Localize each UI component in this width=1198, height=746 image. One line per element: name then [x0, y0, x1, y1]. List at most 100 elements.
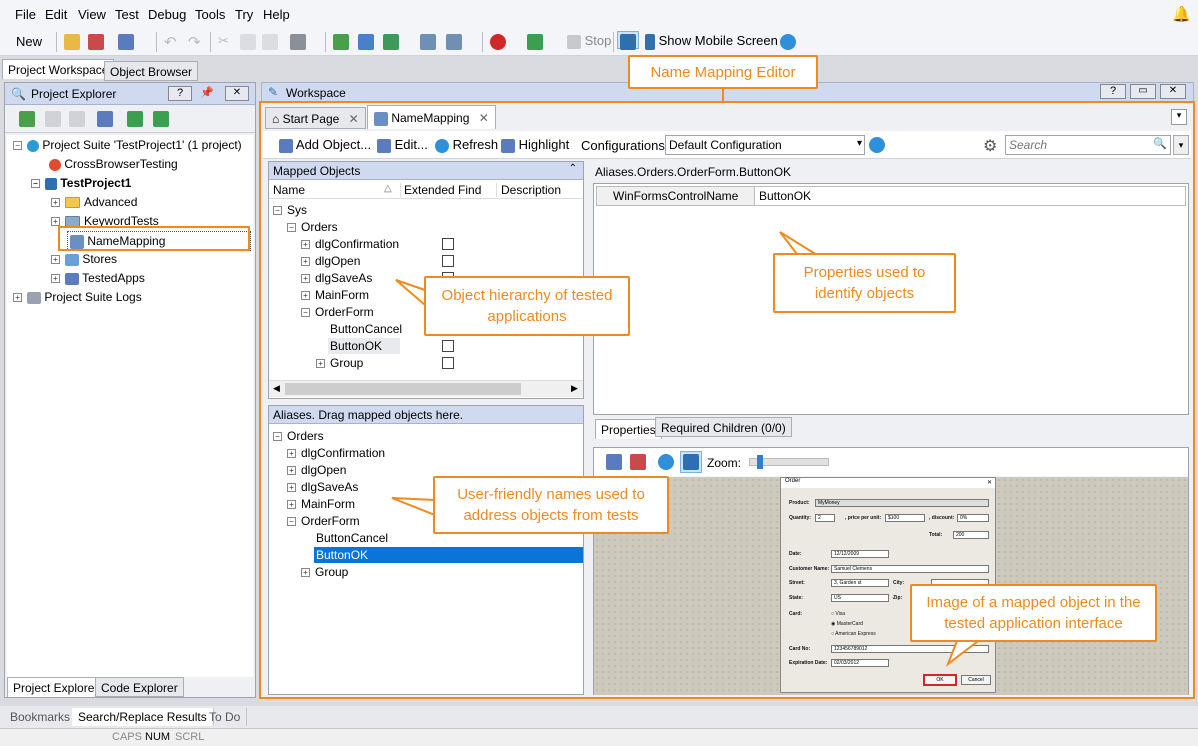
column-description[interactable]: Description: [496, 183, 561, 197]
tab-object-browser[interactable]: Object Browser: [104, 61, 199, 81]
tree-testedapps[interactable]: + TestedApps: [51, 270, 145, 286]
delete-image-icon[interactable]: [630, 454, 646, 470]
fit-icon[interactable]: [680, 451, 702, 473]
search-icon[interactable]: 🔍: [1153, 137, 1167, 150]
workspace-help-icon[interactable]: ?: [1100, 84, 1126, 99]
tree-project-suite[interactable]: − Project Suite 'TestProject1' (1 projec…: [13, 137, 242, 153]
menu-test[interactable]: Test: [115, 7, 139, 22]
tab-properties[interactable]: Properties: [595, 419, 662, 439]
horizontal-scrollbar[interactable]: ◀ ▶: [269, 380, 583, 397]
tab-required-children[interactable]: Required Children (0/0): [655, 417, 792, 437]
record-icon[interactable]: [490, 33, 506, 51]
search-dropdown-icon[interactable]: ▾: [1173, 135, 1189, 155]
database-icon[interactable]: [446, 33, 462, 51]
extended-find-checkbox[interactable]: [442, 238, 454, 250]
properties-icon[interactable]: [97, 111, 113, 127]
tab-code-explorer[interactable]: Code Explorer: [95, 677, 184, 697]
workspace-close-icon[interactable]: ✕: [1160, 84, 1186, 99]
run-project-icon[interactable]: [127, 111, 143, 127]
undo-icon[interactable]: ↶: [164, 33, 177, 51]
save-icon[interactable]: [118, 33, 134, 51]
tab-bookmarks[interactable]: Bookmarks: [4, 708, 78, 726]
extended-find-checkbox[interactable]: [442, 340, 454, 352]
menu-debug[interactable]: Debug: [148, 7, 186, 22]
mapped-dlgsaveas[interactable]: + dlgSaveAs: [301, 270, 372, 286]
tree-stores[interactable]: + Stores: [51, 251, 117, 267]
run-icon[interactable]: [527, 33, 543, 51]
checkpoint-icon[interactable]: [383, 33, 399, 51]
pin-icon[interactable]: 📌: [200, 86, 214, 99]
show-mobile-screen-button[interactable]: Show Mobile Screen: [645, 33, 778, 51]
mapped-orderform[interactable]: − OrderForm: [301, 304, 374, 320]
tab-search-replace-results[interactable]: Search/Replace Results: [72, 708, 214, 726]
mobile-device-icon[interactable]: [420, 33, 436, 51]
delete-icon[interactable]: [290, 33, 306, 51]
tab-list-chevron-icon[interactable]: ▾: [1171, 109, 1187, 125]
copy-icon[interactable]: [240, 33, 256, 51]
run-selected-icon[interactable]: [153, 111, 169, 127]
alias-orders[interactable]: − Orders: [273, 428, 324, 444]
mapped-mainform[interactable]: + MainForm: [301, 287, 369, 303]
tree-advanced[interactable]: + Advanced: [51, 194, 137, 210]
tab-to-do[interactable]: To Do: [203, 708, 248, 726]
extended-find-checkbox[interactable]: [442, 357, 454, 369]
close-project-icon[interactable]: [88, 33, 104, 51]
configuration-sync-icon[interactable]: [869, 137, 885, 153]
mapped-buttonok[interactable]: ButtonOK: [328, 338, 400, 354]
add-icon[interactable]: [19, 111, 35, 127]
new-button[interactable]: New: [16, 34, 42, 52]
extended-find-checkbox[interactable]: [442, 255, 454, 267]
alias-dlgsaveas[interactable]: + dlgSaveAs: [287, 479, 358, 495]
alias-dlgopen[interactable]: + dlgOpen: [287, 462, 346, 478]
close-icon[interactable]: ✕: [225, 86, 249, 101]
refresh-button[interactable]: Refresh: [435, 137, 498, 153]
web-icon[interactable]: [358, 33, 374, 51]
tab-start-page[interactable]: ⌂ Start Page ✕: [265, 107, 366, 129]
alias-mainform[interactable]: + MainForm: [287, 496, 355, 512]
mapped-group[interactable]: + Group: [316, 355, 363, 371]
add-item-icon[interactable]: [333, 33, 349, 51]
tab-namemapping[interactable]: NameMapping ✕: [367, 105, 496, 129]
menu-edit[interactable]: Edit: [45, 7, 67, 22]
help-icon[interactable]: ?: [168, 86, 192, 101]
capture-icon[interactable]: [606, 454, 622, 470]
menu-help[interactable]: Help: [263, 7, 290, 22]
gear-icon[interactable]: ⚙: [983, 136, 997, 156]
edit-button[interactable]: Edit...: [377, 137, 428, 153]
stop-button[interactable]: Stop: [567, 33, 611, 51]
mapped-orders[interactable]: − Orders: [287, 219, 338, 235]
zoom-thumb[interactable]: [757, 455, 764, 469]
menu-tools[interactable]: Tools: [195, 7, 225, 22]
mapped-dlgopen[interactable]: + dlgOpen: [301, 253, 360, 269]
alias-buttoncancel[interactable]: ButtonCancel: [316, 530, 388, 546]
tab-project-workspace[interactable]: Project Workspace: [2, 59, 115, 79]
bell-icon[interactable]: 🔔: [1172, 5, 1191, 23]
mapped-buttoncancel[interactable]: ButtonCancel: [330, 321, 402, 337]
mapped-sys[interactable]: − Sys: [273, 202, 307, 218]
open-icon[interactable]: [64, 33, 80, 51]
highlight-button[interactable]: Highlight: [501, 137, 569, 153]
menu-view[interactable]: View: [78, 7, 106, 22]
remove-icon[interactable]: [69, 111, 85, 127]
redo-icon[interactable]: ↷: [188, 33, 201, 51]
alias-group[interactable]: + Group: [301, 564, 348, 580]
configuration-select[interactable]: Default Configuration ▾: [665, 135, 865, 155]
zoom-slider[interactable]: [749, 455, 829, 469]
alias-buttonok[interactable]: ButtonOK: [314, 547, 583, 563]
sync-icon[interactable]: [780, 33, 796, 51]
add-existing-icon[interactable]: [45, 111, 61, 127]
paste-icon[interactable]: [262, 33, 278, 51]
property-row[interactable]: WinFormsControlName ButtonOK: [596, 186, 1186, 206]
bug-icon[interactable]: [617, 31, 639, 50]
menu-try[interactable]: Try: [235, 7, 253, 22]
restore-icon[interactable]: ▭: [1130, 84, 1156, 99]
tree-project-suite-logs[interactable]: + Project Suite Logs: [13, 289, 142, 305]
column-name[interactable]: Name: [273, 183, 305, 197]
column-extended-find[interactable]: Extended Find: [400, 183, 481, 197]
alias-dlgconfirmation[interactable]: + dlgConfirmation: [287, 445, 385, 461]
tree-crossbrowsertesting[interactable]: CrossBrowserTesting: [49, 156, 178, 172]
cut-icon[interactable]: ✂: [218, 33, 229, 51]
tree-testproject1[interactable]: − TestProject1: [31, 175, 131, 191]
mapped-dlgconfirmation[interactable]: + dlgConfirmation: [301, 236, 399, 252]
property-value[interactable]: ButtonOK: [757, 189, 811, 203]
